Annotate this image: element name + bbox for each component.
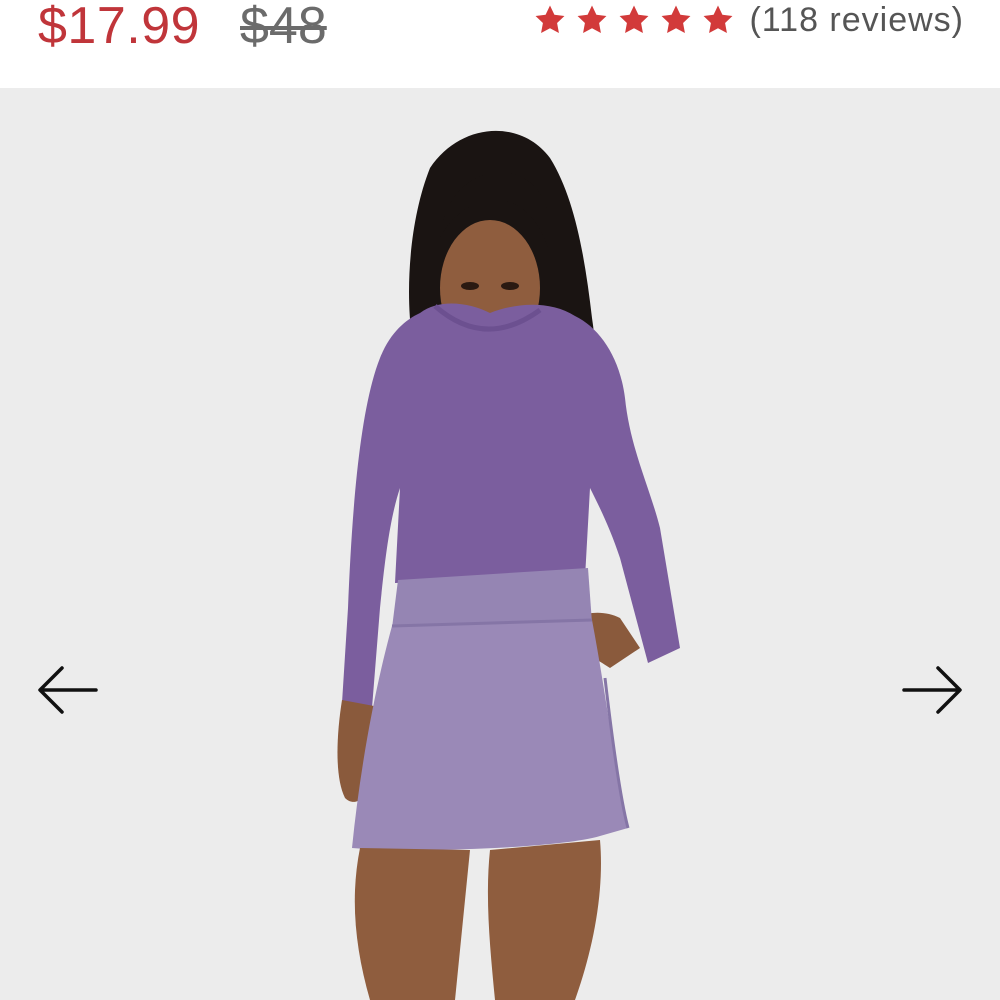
star-icon — [701, 3, 735, 37]
arrow-right-icon — [902, 666, 962, 714]
previous-image-button[interactable] — [36, 662, 100, 718]
product-image-gallery[interactable] — [0, 88, 1000, 1000]
rating-summary[interactable]: (118 reviews) — [533, 0, 964, 40]
star-rating — [533, 3, 743, 37]
next-image-button[interactable] — [900, 662, 964, 718]
star-icon — [575, 3, 609, 37]
star-icon — [617, 3, 651, 37]
arrow-left-icon — [38, 666, 98, 714]
sale-price: $17.99 — [38, 0, 201, 55]
star-icon — [533, 3, 567, 37]
original-price: $48 — [240, 0, 327, 55]
product-summary-header: $17.99 $48 (118 reviews) — [0, 0, 1000, 88]
review-count-link[interactable]: (118 reviews) — [749, 1, 964, 40]
product-photo — [337, 130, 680, 1000]
star-icon — [659, 3, 693, 37]
